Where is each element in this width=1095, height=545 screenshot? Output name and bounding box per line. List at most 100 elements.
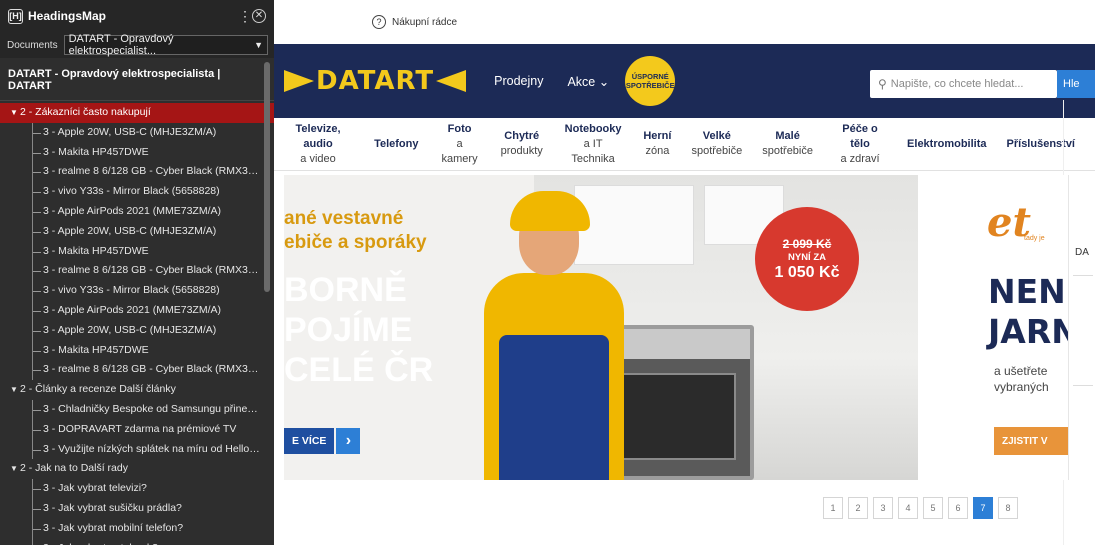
heading-h3-item[interactable]: 3 - DOPRAVART zdarma na prémiové TV <box>0 419 274 440</box>
heading-h3-item[interactable]: 3 - realme 8 6/128 GB - Cyber Black (RMX… <box>0 162 274 182</box>
category-label: Foto <box>447 122 472 135</box>
page-button[interactable]: 5 <box>923 497 943 519</box>
category-label: Telefony <box>374 137 419 150</box>
category-label: Malé <box>775 130 800 142</box>
documents-row: Documents DATART - Opravdový elektrospec… <box>0 32 274 58</box>
category-item[interactable]: Chytré produkty <box>501 129 543 159</box>
headingsmap-logo-icon: [H] <box>8 8 23 24</box>
banner-big3: CELÉ ČR <box>284 351 434 389</box>
banner-line1: ané vestavné <box>284 208 404 229</box>
shopping-guide-link[interactable]: Nákupní rádce <box>392 17 457 28</box>
oven-window <box>622 373 736 460</box>
category-label: Péče o tělo <box>842 122 878 150</box>
price-badge: 2 099 Kč NYNÍ ZA 1 050 Kč <box>755 207 859 311</box>
chevron-down-icon: ⌄ <box>598 74 610 89</box>
side-subtext: a ušetřete vybraných <box>994 363 1049 395</box>
category-item[interactable]: Foto a kamery <box>439 122 481 167</box>
offers-link[interactable]: Akce ⌄ <box>567 74 609 89</box>
heading-h3-item[interactable]: 3 - Jak vybrat notebook? <box>0 538 274 545</box>
side-headline-line1: NEN <box>988 272 1066 311</box>
offers-label: Akce <box>567 74 596 89</box>
page-button[interactable]: 4 <box>898 497 918 519</box>
heading-h3-item[interactable]: 3 - Apple 20W, USB-C (MHJE3ZM/A) <box>0 221 274 242</box>
panel-scrollbar[interactable] <box>264 62 270 292</box>
category-label: Televize, audio <box>295 122 341 150</box>
heading-h3-item[interactable]: 3 - Makita HP457DWE <box>0 142 274 163</box>
category-label: Příslušenství <box>1006 137 1075 150</box>
category-label: Velké <box>702 130 731 142</box>
headingsmap-titlebar: [H] HeadingsMap ⋮ ✕ <box>0 0 274 32</box>
headingsmap-title: HeadingsMap <box>28 9 107 23</box>
heading-h3-item[interactable]: 3 - vivo Y33s - Mirror Black (5658828) <box>0 281 274 301</box>
category-item[interactable]: Příslušenství <box>1007 137 1075 152</box>
category-label: Chytré <box>504 130 540 142</box>
search-button[interactable]: Hle <box>1057 70 1095 98</box>
heading-h3-item[interactable]: 3 - vivo Y33s - Mirror Black (5658828) <box>0 182 274 202</box>
page-button[interactable]: 1 <box>823 497 843 519</box>
banner-text: ané vestavné ebiče a sporáky <box>284 207 427 255</box>
kebab-menu-icon[interactable]: ⋮ <box>238 8 252 25</box>
heading-h3-item[interactable]: 3 - realme 8 6/128 GB - Cyber Black (RMX… <box>0 360 274 380</box>
hero-banner[interactable]: ané vestavné ebiče a sporáky BORNĚ POJÍM… <box>284 175 918 480</box>
heading-h3-item[interactable]: 3 - Chladničky Bespoke od Samsungu přine… <box>0 399 274 420</box>
divider <box>1073 385 1093 386</box>
category-label: Notebooky <box>564 122 622 135</box>
heading-h3-item[interactable]: 3 - Makita HP457DWE <box>0 340 274 361</box>
top-bar: ? Nákupní rádce <box>274 0 1095 44</box>
stores-link[interactable]: Prodejny <box>494 74 543 88</box>
search-icon: ⚲ <box>878 77 887 91</box>
side-subtext-line2: vybraných <box>994 380 1049 394</box>
heading-h3-item[interactable]: 3 - Apple AirPods 2021 (MME73ZM/A) <box>0 201 274 222</box>
heading-h3-item[interactable]: 3 - Apple AirPods 2021 (MME73ZM/A) <box>0 300 274 321</box>
heading-h3-item[interactable]: 3 - Jak vybrat sušičku prádla? <box>0 498 274 519</box>
page-button[interactable]: 2 <box>848 497 868 519</box>
category-item[interactable]: Malé spotřebiče <box>762 129 813 159</box>
eco-badge-line2: SPOTŘEBIČE <box>625 81 675 90</box>
heading-h3-item[interactable]: 3 - Makita HP457DWE <box>0 241 274 262</box>
category-item[interactable]: Elektromobilita <box>907 137 986 152</box>
side-cta-button[interactable]: ZJISTIT V <box>994 427 1068 455</box>
logo-arrow-right-icon <box>284 70 314 92</box>
category-sublabel: spotřebiče <box>762 145 813 157</box>
chevron-down-icon: ▼ <box>254 40 263 50</box>
category-item[interactable]: Herní zóna <box>643 129 671 159</box>
banner-line2: ebiče a sporáky <box>284 232 427 253</box>
banner-big1: BORNĚ <box>284 271 407 309</box>
heading-h3-item[interactable]: 3 - Apple 20W, USB-C (MHJE3ZM/A) <box>0 122 274 143</box>
heading-h3-item[interactable]: 3 - realme 8 6/128 GB - Cyber Black (RMX… <box>0 261 274 281</box>
page-button[interactable]: 3 <box>873 497 893 519</box>
category-item[interactable]: Velké spotřebiče <box>691 129 742 159</box>
category-sublabel: spotřebiče <box>691 145 743 157</box>
more-button[interactable]: E VÍCE › <box>284 428 361 454</box>
price-label: NYNÍ ZA <box>788 251 826 263</box>
datart-logo[interactable]: DATART <box>284 66 467 96</box>
page-button[interactable]: 7 <box>973 497 993 519</box>
heading-h2-item[interactable]: 2 - Zákazníci často nakupují <box>0 103 274 123</box>
documents-select[interactable]: DATART - Opravdový elektrospecialist... … <box>63 33 268 57</box>
documents-label: Documents <box>7 39 58 51</box>
page-button[interactable]: 8 <box>998 497 1018 519</box>
close-icon[interactable]: ✕ <box>252 9 266 23</box>
search-input[interactable]: ⚲ Napište, co chcete hledat... <box>870 70 1057 98</box>
webpage: ? Nákupní rádce DATART Prodejny Akce ⌄ Ú… <box>274 0 1095 545</box>
page-button[interactable]: 6 <box>948 497 968 519</box>
category-item[interactable]: Péče o tělo a zdraví <box>833 122 887 167</box>
documents-select-value: DATART - Opravdový elektrospecialist... <box>68 33 174 57</box>
category-sublabel: zóna <box>645 145 670 157</box>
category-item[interactable]: Notebooky a IT Technika <box>563 122 624 167</box>
heading-h3-item[interactable]: 3 - Jak vybrat televizi? <box>0 479 274 499</box>
heading-h3-item[interactable]: 3 - Využijte nízkých splátek na míru od … <box>0 439 274 460</box>
heading-h2-item[interactable]: 2 - Jak na to Další rady <box>0 459 274 479</box>
category-sublabel: a kamery <box>441 137 478 165</box>
heading-h3-item[interactable]: 3 - Jak vybrat mobilní telefon? <box>0 518 274 539</box>
heading-h2-item[interactable]: 2 - Články a recenze Další články <box>0 380 274 400</box>
category-item[interactable]: Televize, audio a video <box>282 122 354 167</box>
chevron-right-icon: › <box>336 428 361 454</box>
heading-h3-item[interactable]: 3 - Apple 20W, USB-C (MHJE3ZM/A) <box>0 320 274 341</box>
category-item[interactable]: Telefony <box>374 137 418 152</box>
side-banner[interactable]: et tady je NEN JARN a ušetřete vybraných… <box>926 175 1068 480</box>
heading-tree: 2 - Zákazníci často nakupují3 - Apple 20… <box>0 101 274 545</box>
headingsmap-panel: [H] HeadingsMap ⋮ ✕ Documents DATART - O… <box>0 0 274 545</box>
eco-appliances-badge[interactable]: ÚSPORNÉ SPOTŘEBIČE <box>625 56 676 106</box>
side-subtext-line1: a ušetřete <box>994 364 1048 378</box>
